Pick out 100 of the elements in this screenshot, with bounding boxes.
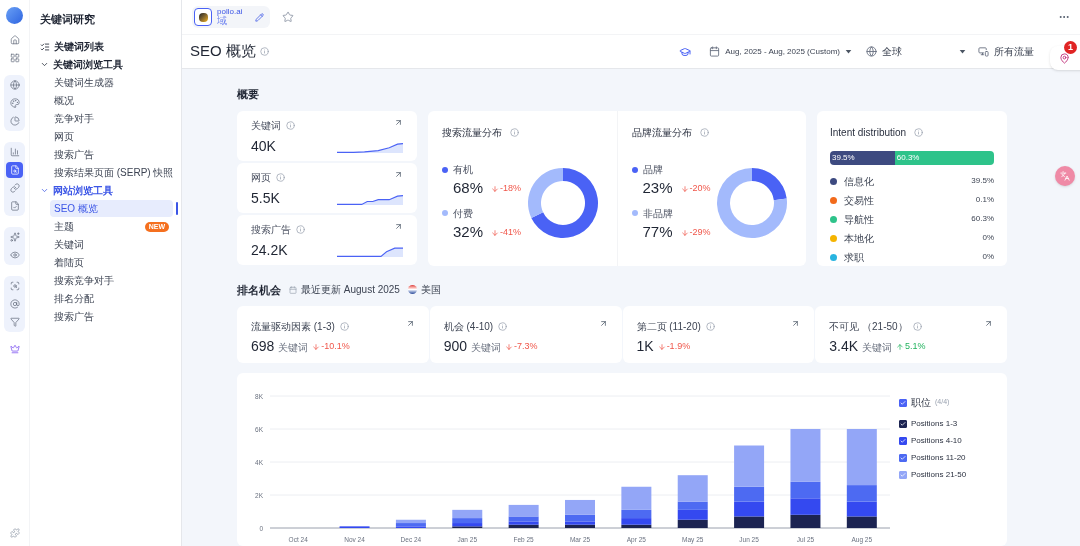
info-icon[interactable] [914, 127, 924, 137]
section-title: 概要 [237, 87, 260, 102]
legend-checkbox[interactable] [899, 471, 907, 479]
card-title: 品牌流量分布 [631, 125, 692, 140]
open-arrow-icon[interactable] [405, 319, 415, 328]
edit-icon[interactable] [255, 12, 265, 22]
sidebar-item[interactable]: 关键词 [50, 236, 173, 253]
sidebar-item[interactable]: 搜索竞争对手 [50, 272, 173, 289]
open-arrow-icon[interactable] [394, 222, 403, 232]
legend-checkbox[interactable] [899, 420, 907, 428]
graduation-cap-icon[interactable] [679, 45, 692, 58]
pin-icon [1059, 52, 1070, 64]
unit-label: 关键词 [278, 341, 309, 355]
unit-label: 关键词 [862, 341, 893, 355]
date-range-picker[interactable]: Aug, 2025 - Aug, 2025 (Custom) [709, 45, 852, 58]
legend-checkbox[interactable] [899, 437, 907, 445]
calendar-icon [709, 46, 721, 57]
sidebar-group[interactable]: 关键词浏览工具 [40, 55, 178, 74]
metric-value: 24.2K [251, 241, 289, 261]
project-chip[interactable]: pollo.ai 域 [192, 6, 271, 28]
open-arrow-icon[interactable] [598, 319, 608, 328]
info-icon[interactable] [699, 127, 709, 137]
intent-bar-segment: 60.3% [894, 150, 994, 165]
keyword-count: 900 [443, 337, 468, 356]
bar-segment [677, 519, 708, 528]
open-arrow-icon[interactable] [984, 319, 993, 328]
intent-value: 0.1% [975, 194, 994, 206]
change-value: -41% [500, 225, 522, 239]
info-icon[interactable] [286, 120, 295, 130]
legend-label: Positions 21-50 [911, 469, 967, 481]
intent-value: 0% [982, 251, 994, 263]
metric-label: 关键词 [251, 118, 281, 133]
bar-segment [734, 516, 765, 528]
card-title: 搜索流量分布 [442, 125, 502, 140]
flag-icon [407, 285, 417, 295]
info-icon[interactable] [296, 225, 305, 235]
intent-label: 本地化 [844, 231, 875, 246]
info-icon[interactable] [339, 322, 349, 331]
floating-widget[interactable] [1050, 46, 1080, 70]
card-title: Intent distribution [830, 125, 907, 140]
sidebar-item[interactable]: 概况 [50, 92, 173, 109]
sparkline [337, 195, 403, 206]
sparkline [337, 247, 403, 258]
sidebar-item[interactable]: 搜索广告 [50, 146, 173, 163]
open-arrow-icon[interactable] [394, 117, 403, 127]
chevron-icon [40, 60, 49, 69]
share-value: 68% [453, 178, 484, 198]
intent-label: 求职 [844, 250, 865, 265]
info-icon[interactable] [912, 322, 922, 331]
info-icon[interactable] [276, 172, 285, 182]
info-icon[interactable] [510, 127, 519, 137]
legend-label: 付费 [453, 206, 473, 221]
open-arrow-icon[interactable] [394, 169, 403, 179]
sidebar-item[interactable]: 着陆页 [50, 254, 173, 271]
sidebar-item[interactable]: 搜索广告 [50, 308, 173, 325]
sidebar-item[interactable]: 搜索结果页面 (SERP) 快照 [50, 164, 178, 181]
info-icon[interactable] [705, 322, 715, 331]
sidebar-item[interactable]: SEO 概览 [50, 200, 173, 217]
calendar-icon [289, 285, 297, 294]
traffic-selector[interactable]: 所有流量 [978, 44, 1034, 59]
open-arrow-icon[interactable] [791, 319, 801, 328]
card-label: 流量驱动因素 (1-3) [251, 320, 335, 334]
legend-checkbox[interactable] [899, 454, 907, 462]
bar-segment [790, 498, 821, 515]
legend-label: 非品牌 [642, 206, 673, 221]
change-value: -20% [689, 182, 711, 196]
legend-label: Positions 4-10 [911, 435, 962, 447]
intent-label: 信息化 [844, 174, 875, 189]
intent-label: 交易性 [844, 193, 875, 208]
document-search-icon[interactable] [6, 162, 23, 178]
project-type: 域 [217, 16, 227, 26]
change-value: -29% [689, 225, 711, 239]
country-label: 美国 [420, 283, 441, 298]
share-value: 32% [453, 221, 484, 242]
metric-label: 网页 [251, 170, 271, 185]
sidebar-item[interactable]: 竞争对手 [50, 110, 173, 127]
legend-title: 职位 [911, 396, 931, 410]
change-value: -10.1% [321, 339, 350, 353]
user-avatar[interactable] [6, 7, 23, 24]
puzzle-icon[interactable] [9, 528, 20, 538]
change-value: -1.9% [666, 339, 691, 353]
sidebar-group[interactable]: 网站浏览工具 [40, 181, 178, 200]
star-icon[interactable] [282, 11, 295, 23]
unit-label: 关键词 [471, 341, 502, 355]
metric-value: 40K [251, 136, 277, 156]
info-icon[interactable] [498, 322, 508, 331]
region-selector[interactable]: 全球 [866, 44, 966, 59]
caret-icon [845, 48, 852, 55]
sidebar-item[interactable]: 网页 [50, 128, 173, 145]
share-value: 23% [642, 178, 673, 198]
project-logo [194, 8, 212, 26]
metric-value: 5.5K [251, 188, 281, 208]
keyword-count: 698 [251, 337, 275, 356]
legend-label: Positions 1-3 [911, 418, 958, 430]
change-value: -7.3% [514, 339, 538, 353]
legend-label: 有机 [453, 163, 473, 177]
sidebar-item[interactable]: 关键词生成器 [50, 74, 173, 91]
sidebar-item[interactable]: 排名分配 [50, 290, 173, 307]
info-icon[interactable] [259, 47, 269, 56]
legend-checkbox[interactable] [899, 398, 907, 407]
